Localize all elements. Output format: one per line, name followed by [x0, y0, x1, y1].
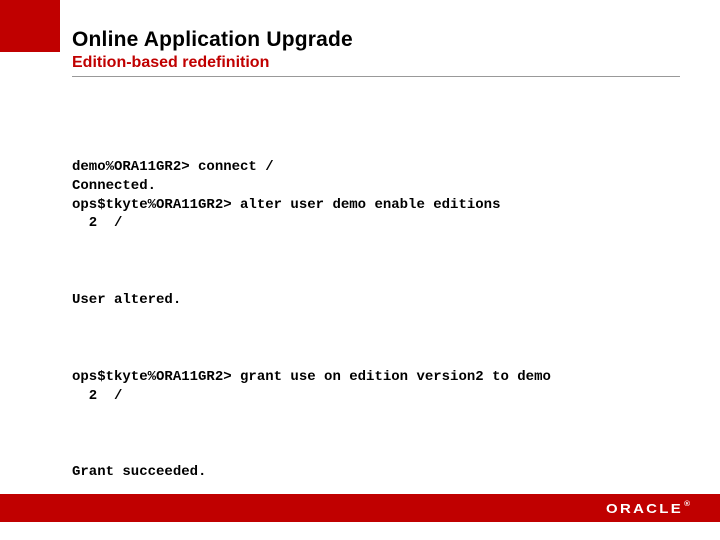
slide-header: Online Application Upgrade Edition-based… — [72, 28, 680, 72]
trademark-symbol: ® — [684, 501, 690, 508]
accent-block — [0, 0, 60, 52]
code-block-2: User altered. — [72, 291, 680, 310]
code-content: demo%ORA11GR2> connect / Connected. ops$… — [72, 120, 680, 521]
slide-subtitle: Edition-based redefinition — [72, 54, 680, 72]
code-block-4: Grant succeeded. — [72, 463, 680, 482]
oracle-logo: ORACLE® — [606, 501, 690, 516]
code-block-1: demo%ORA11GR2> connect / Connected. ops$… — [72, 158, 680, 234]
code-block-3: ops$tkyte%ORA11GR2> grant use on edition… — [72, 368, 680, 406]
footer-bar: ORACLE® — [0, 494, 720, 522]
header-divider — [72, 76, 680, 77]
logo-text: ORACLE — [606, 501, 683, 516]
slide-title: Online Application Upgrade — [72, 28, 680, 52]
